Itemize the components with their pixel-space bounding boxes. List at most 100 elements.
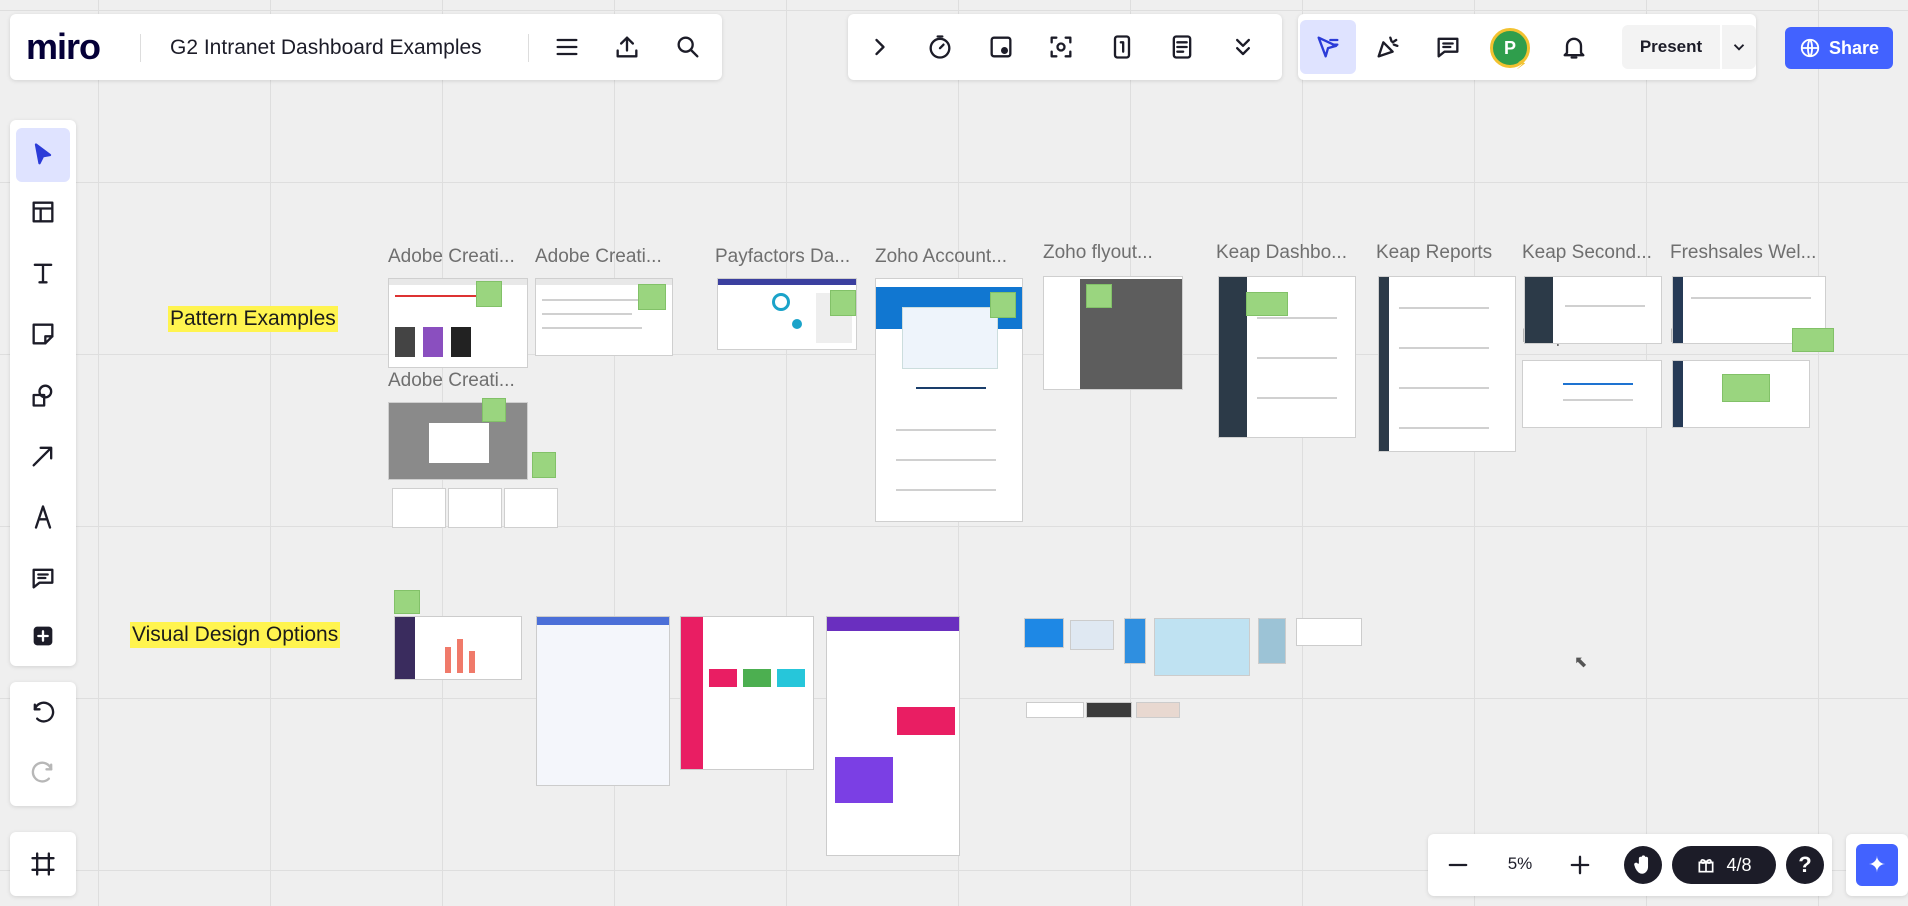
frame-label-keap-dashboard[interactable]: Keap Dashbo... (1216, 242, 1347, 264)
design-thumbnail-pink[interactable] (680, 616, 814, 770)
design-thumbnail-small[interactable] (1024, 618, 1064, 648)
focus-button[interactable] (1039, 25, 1083, 69)
section-label-visual-design-options[interactable]: Visual Design Options (130, 622, 341, 648)
design-thumbnail-small[interactable] (1124, 618, 1146, 664)
comment-tool[interactable] (21, 556, 65, 600)
card-button[interactable] (1100, 25, 1144, 69)
thumb-card (709, 669, 737, 687)
present-label: Present (1639, 37, 1703, 56)
sticky-note[interactable] (990, 292, 1016, 318)
sticky-note-tool[interactable] (21, 312, 65, 356)
miro-logo[interactable]: miro (26, 26, 101, 68)
comments-button[interactable] (1426, 25, 1470, 69)
templates-tool[interactable] (21, 190, 65, 234)
undo-button[interactable] (21, 692, 65, 736)
frame-thumbnail-zoho-flyout[interactable] (1043, 276, 1183, 390)
frame-label-adobe-3[interactable]: Adobe Creati... (388, 370, 515, 392)
design-thumbnail-small[interactable] (1070, 620, 1114, 650)
thumb-line (1563, 399, 1633, 401)
frame-label-freshsales-wel[interactable]: Freshsales Wel... (1670, 242, 1816, 264)
export-button[interactable] (605, 25, 649, 69)
shapes-icon (32, 384, 53, 407)
frame-thumbnail-small[interactable] (392, 488, 446, 528)
menu-button[interactable] (545, 25, 589, 69)
zoom-in-button[interactable] (1558, 843, 1602, 887)
sticky-note[interactable] (1722, 374, 1770, 402)
frame-label-zoho-flyout[interactable]: Zoho flyout... (1043, 242, 1153, 264)
frame-label-adobe-2[interactable]: Adobe Creati... (535, 246, 662, 268)
frames-button[interactable] (21, 842, 65, 886)
thumb-circle (792, 319, 802, 329)
voting-button[interactable] (979, 25, 1023, 69)
zoom-level[interactable]: 5% (1490, 854, 1550, 874)
sticky-note[interactable] (1792, 328, 1834, 352)
thumb-line (1691, 297, 1811, 299)
share-button[interactable]: Share (1785, 27, 1893, 69)
board-title[interactable]: G2 Intranet Dashboard Examples (170, 36, 482, 60)
timer-button[interactable] (918, 25, 962, 69)
present-options-button[interactable] (1722, 25, 1756, 69)
sticky-note[interactable] (476, 281, 502, 307)
thumb-line (542, 313, 632, 315)
design-thumbnail-cards[interactable] (1154, 618, 1250, 676)
search-button[interactable] (666, 25, 710, 69)
frame-thumbnail-small[interactable] (504, 488, 558, 528)
redo-button[interactable] (21, 752, 65, 796)
frame-label-keap-second[interactable]: Keap Second... (1522, 242, 1652, 264)
help-button[interactable]: ? (1786, 846, 1824, 884)
frame-label-adobe-1[interactable]: Adobe Creati... (388, 246, 515, 268)
frame-thumbnail-keap-wizard[interactable] (1522, 360, 1662, 428)
chevron-right-icon (875, 38, 885, 56)
frame-thumbnail-keap-second[interactable] (1524, 276, 1662, 344)
frame-thumbnail-small[interactable] (448, 488, 502, 528)
interaction-mode-button[interactable] (1300, 20, 1356, 74)
chevron-down-icon (1733, 44, 1745, 51)
shapes-tool[interactable] (21, 373, 65, 417)
design-thumbnail-small[interactable] (1258, 618, 1286, 664)
cursor-icon (34, 143, 52, 165)
sticky-note[interactable] (1086, 284, 1112, 308)
design-thumbnail-light[interactable] (536, 616, 670, 786)
thumb-dialog (429, 423, 489, 463)
frame-thumbnail-adobe-3[interactable] (388, 402, 528, 480)
design-thumbnail-small[interactable] (1136, 702, 1180, 718)
sticky-note[interactable] (1246, 292, 1288, 316)
notifications-button[interactable] (1552, 25, 1596, 69)
ai-assist-button[interactable]: ✦ (1846, 834, 1908, 896)
more-apps-button[interactable] (21, 614, 65, 658)
frame-label-keap-reports[interactable]: Keap Reports (1376, 242, 1492, 264)
thumb-bar (469, 651, 475, 673)
sticky-note[interactable] (394, 590, 420, 614)
frames-panel-button[interactable] (10, 832, 76, 896)
design-thumbnail-small[interactable] (1026, 702, 1084, 718)
section-label-pattern-examples[interactable]: Pattern Examples (168, 306, 338, 332)
more-tools-button[interactable] (1221, 25, 1265, 69)
frame-label-payfactors[interactable]: Payfactors Da... (715, 246, 850, 268)
chevron-double-down-icon (1236, 38, 1250, 56)
design-thumbnail-small[interactable] (1086, 702, 1132, 718)
pen-icon (34, 505, 52, 529)
frame-thumbnail-adobe-1[interactable] (388, 278, 528, 368)
sticky-note[interactable] (482, 398, 506, 422)
zoom-out-button[interactable] (1436, 843, 1480, 887)
design-thumbnail-purple[interactable] (394, 616, 522, 680)
sticky-note[interactable] (532, 452, 556, 478)
design-thumbnail-vibrant[interactable] (826, 616, 960, 856)
frame-label-zoho-account[interactable]: Zoho Account... (875, 246, 1007, 268)
design-thumbnail-small[interactable] (1296, 618, 1362, 646)
notes-button[interactable] (1160, 25, 1204, 69)
connection-line-tool[interactable] (21, 434, 65, 478)
text-tool[interactable] (21, 251, 65, 295)
thumb-sidebar (1219, 277, 1247, 437)
pages-badge[interactable]: 4/8 (1672, 846, 1776, 884)
pen-tool[interactable] (21, 495, 65, 539)
present-button[interactable]: Present (1622, 25, 1720, 69)
sticky-note[interactable] (830, 290, 856, 316)
sticky-note[interactable] (638, 284, 666, 310)
thumb-card (777, 669, 805, 687)
frame-thumbnail-keap-reports[interactable] (1378, 276, 1516, 452)
select-tool[interactable] (16, 128, 70, 182)
hand-tool-button[interactable] (1624, 846, 1662, 884)
reactions-button[interactable] (1366, 25, 1410, 69)
expand-toolbar-button[interactable] (858, 25, 902, 69)
